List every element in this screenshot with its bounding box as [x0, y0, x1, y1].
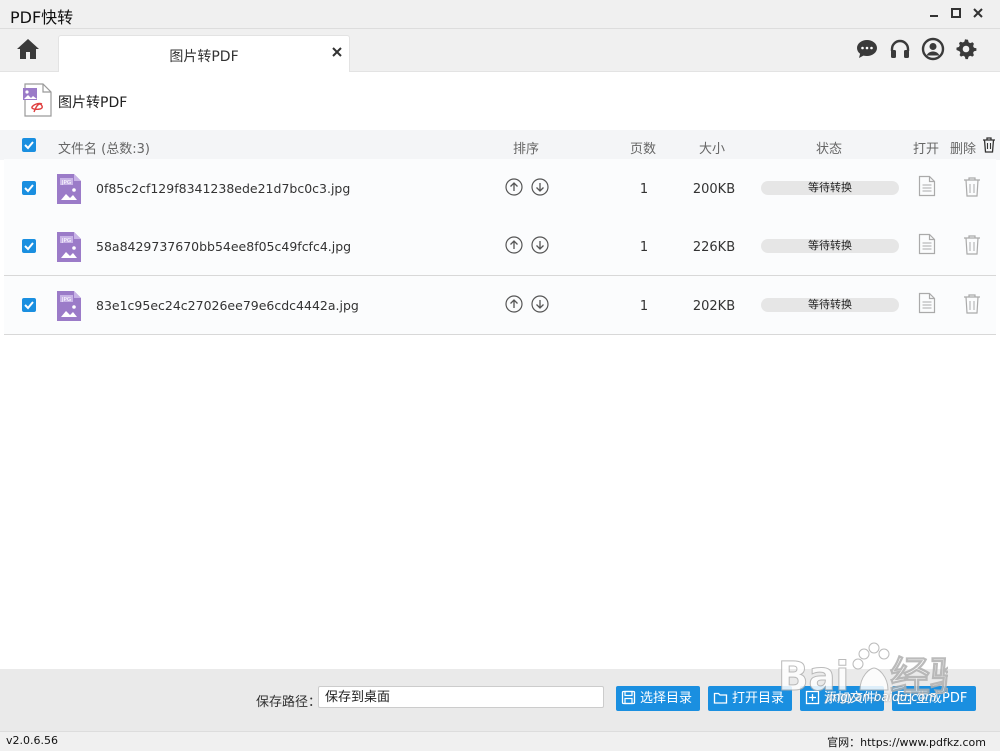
col-open: 打开 [913, 142, 940, 157]
move-up-button[interactable] [505, 178, 523, 196]
row-checkbox[interactable] [22, 298, 36, 312]
open-dir-label: 打开目录 [732, 691, 785, 706]
close-icon [332, 47, 342, 57]
file-name: 58a8429737670bb54ee8f05c49fcfc4.jpg [96, 239, 352, 254]
table-row[interactable]: JPG 58a8429737670bb54ee8f05c49fcfc4.jpg … [4, 217, 996, 276]
page-count: 1 [639, 182, 649, 197]
account-button[interactable] [921, 37, 945, 61]
gear-icon [956, 39, 977, 60]
arrow-down-icon [531, 178, 549, 196]
arrow-up-icon [505, 178, 523, 196]
save-icon [621, 690, 636, 705]
title-bar: PDF快转 [0, 0, 1000, 29]
move-down-button[interactable] [531, 236, 549, 254]
user-icon [921, 37, 945, 61]
website-link[interactable]: 官网：https://www.pdfkz.com [827, 734, 986, 750]
choose-dir-button[interactable]: 选择目录 [616, 686, 700, 711]
jpg-file-icon: JPG [57, 174, 81, 204]
table-row[interactable]: JPG 83e1c95ec24c27026ee79e6cdc4442a.jpg … [4, 276, 996, 335]
trash-icon [964, 294, 980, 314]
checkmark-icon [24, 242, 34, 251]
status-badge: 等待转换 [761, 181, 899, 195]
row-checkbox[interactable] [22, 239, 36, 253]
select-all-checkbox[interactable] [22, 138, 36, 152]
col-size: 大小 [699, 142, 726, 157]
close-window-button[interactable] [969, 4, 987, 22]
file-size: 202KB [692, 299, 736, 314]
folder-icon [713, 692, 728, 704]
document-icon [918, 175, 936, 197]
tab-close-button[interactable] [331, 43, 343, 62]
open-file-button[interactable] [918, 175, 936, 197]
checkmark-icon [24, 301, 34, 310]
svg-text:JPG: JPG [61, 238, 71, 244]
watermark-text: jingyan.baidu.com [826, 690, 937, 704]
checkmark-icon [24, 141, 34, 150]
move-up-button[interactable] [505, 295, 523, 313]
svg-text:JPG: JPG [61, 180, 71, 186]
tab-bar: 图片转PDF [0, 29, 1000, 72]
chat-button[interactable] [855, 37, 879, 61]
save-path-label: 保存路径： [256, 695, 322, 710]
file-size: 226KB [692, 240, 736, 255]
page-count: 1 [639, 299, 649, 314]
file-size: 200KB [692, 182, 736, 197]
arrow-up-icon [505, 236, 523, 254]
jpg-file-icon: JPG [57, 291, 81, 321]
status-bar: v2.0.6.56 官网：https://www.pdfkz.com [0, 731, 1000, 751]
home-icon [17, 39, 39, 59]
minimize-icon [930, 15, 938, 17]
minimize-button[interactable] [925, 4, 943, 22]
document-icon [918, 233, 936, 255]
delete-file-button[interactable] [962, 293, 982, 315]
headset-icon [890, 39, 910, 58]
trash-icon [964, 235, 980, 255]
move-up-button[interactable] [505, 236, 523, 254]
maximize-icon [951, 8, 961, 18]
settings-button[interactable] [954, 37, 978, 61]
delete-all-button[interactable] [982, 137, 996, 153]
col-delete: 删除 [950, 142, 977, 157]
tab-image-to-pdf[interactable]: 图片转PDF [58, 35, 350, 72]
col-sort: 排序 [513, 142, 540, 157]
checkmark-icon [24, 184, 34, 193]
move-down-button[interactable] [531, 295, 549, 313]
trash-icon [964, 177, 980, 197]
arrow-down-icon [531, 236, 549, 254]
app-title: PDF快转 [10, 8, 74, 27]
file-name: 83e1c95ec24c27026ee79e6cdc4442a.jpg [96, 298, 359, 313]
status-badge: 等待转换 [761, 239, 899, 253]
tab-label: 图片转PDF [169, 49, 239, 65]
arrow-down-icon [531, 295, 549, 313]
table-header: 文件名 (总数:3) 排序 页数 大小 状态 打开 删除 [0, 130, 1000, 160]
choose-dir-label: 选择目录 [640, 691, 693, 706]
status-badge: 等待转换 [761, 298, 899, 312]
document-icon [918, 292, 936, 314]
col-pages: 页数 [630, 142, 657, 157]
home-button[interactable] [14, 35, 42, 63]
save-path-field[interactable]: 保存到桌面 [318, 686, 604, 708]
file-name: 0f85c2cf129f8341238ede21d7bc0c3.jpg [96, 181, 351, 196]
maximize-button[interactable] [947, 4, 965, 22]
image-to-pdf-icon [23, 83, 52, 117]
move-down-button[interactable] [531, 178, 549, 196]
support-button[interactable] [888, 37, 912, 61]
col-filename: 文件名 (总数:3) [58, 142, 150, 157]
page-count: 1 [639, 240, 649, 255]
open-file-button[interactable] [918, 233, 936, 255]
trash-icon [983, 137, 995, 153]
section-title: 图片转PDF [58, 95, 128, 111]
chat-icon [857, 40, 877, 58]
svg-text:JPG: JPG [61, 297, 71, 303]
col-status: 状态 [816, 142, 843, 157]
jpg-file-icon: JPG [57, 232, 81, 262]
delete-file-button[interactable] [962, 176, 982, 198]
close-icon [973, 8, 983, 18]
row-checkbox[interactable] [22, 181, 36, 195]
open-file-button[interactable] [918, 292, 936, 314]
version-label: v2.0.6.56 [6, 734, 58, 747]
arrow-up-icon [505, 295, 523, 313]
table-row[interactable]: JPG 0f85c2cf129f8341238ede21d7bc0c3.jpg … [4, 159, 996, 218]
delete-file-button[interactable] [962, 234, 982, 256]
